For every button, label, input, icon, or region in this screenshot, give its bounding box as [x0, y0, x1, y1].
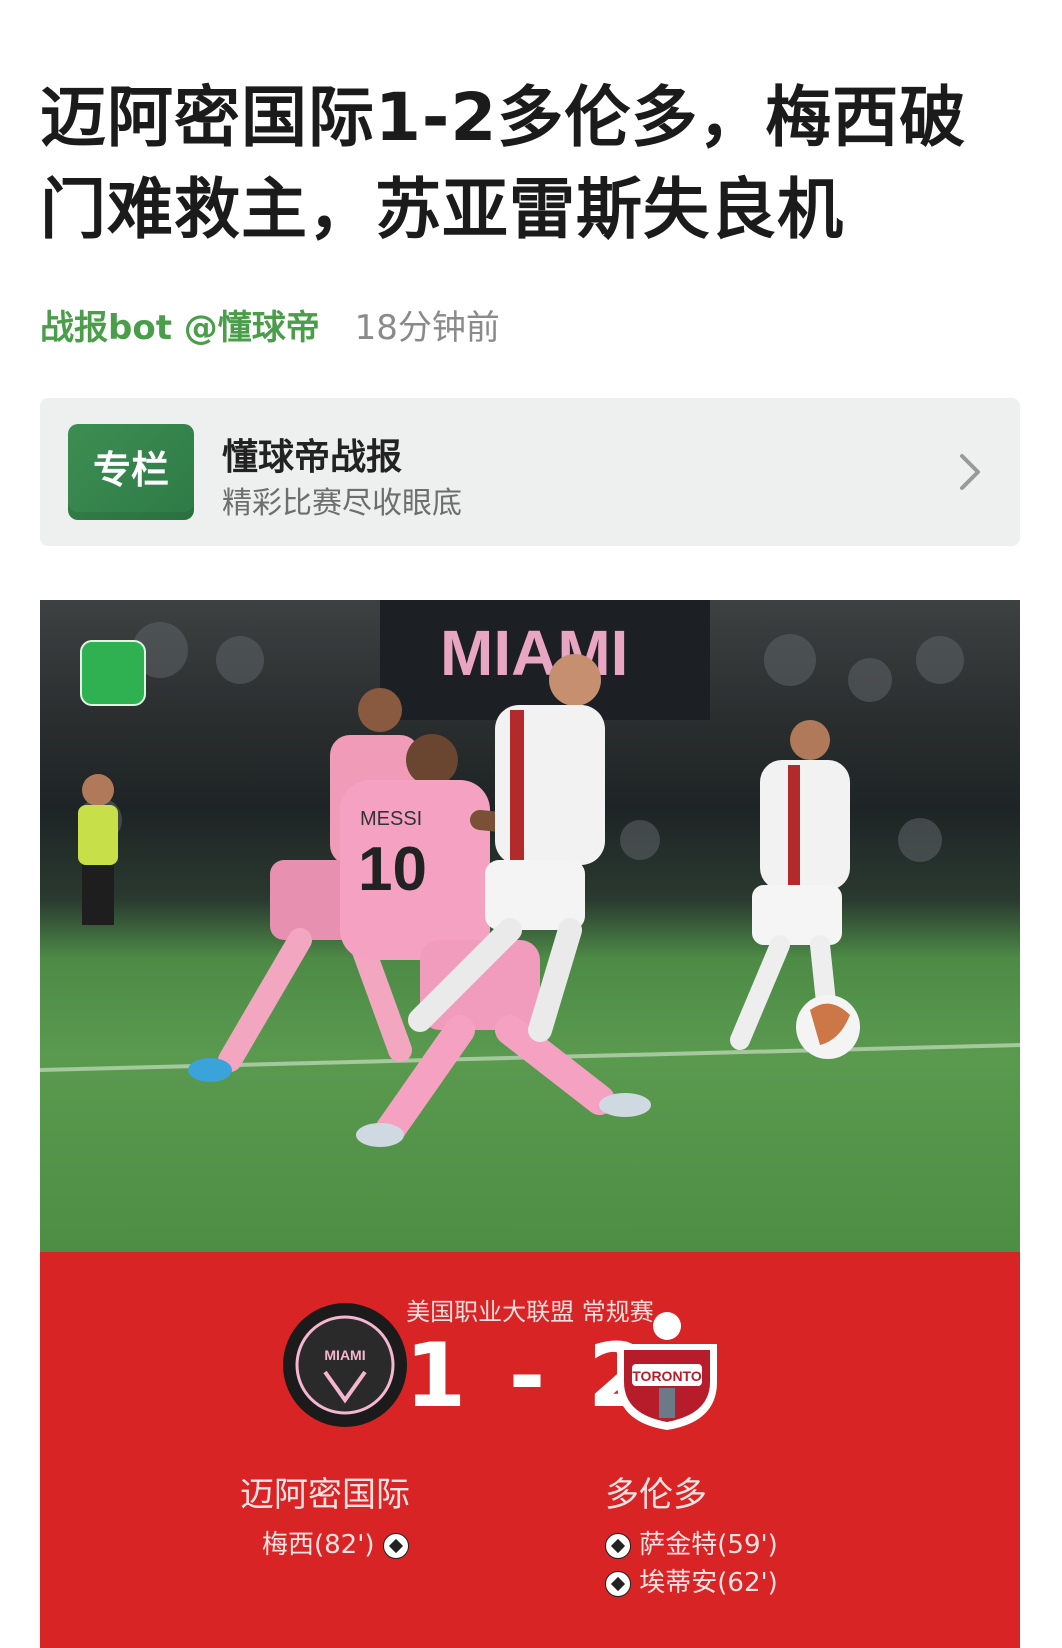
column-title: 懂球帝战报 [222, 437, 403, 478]
match-score: 1 - 2 [404, 1324, 656, 1427]
away-scorer: 萨金特(59') [639, 1530, 778, 1560]
match-photo: MIAMI MESSI 10 [40, 600, 1020, 1252]
away-team-name: 多伦多 [605, 1475, 707, 1515]
referee [78, 774, 118, 925]
soccer-ball [796, 995, 860, 1059]
jersey-name: MESSI [360, 808, 422, 830]
home-scorer: 梅西(82') [262, 1530, 375, 1560]
column-badge-icon: 专栏 [68, 424, 194, 520]
score-panel: 美国职业大联盟 常规赛 MIAMI 1 - 2 TORONTO 迈阿密国际 多伦… [40, 1252, 1020, 1648]
column-subtitle: 精彩比赛尽收眼底 [222, 486, 462, 521]
chevron-right-icon [960, 454, 980, 490]
away-scorer: 埃蒂安(62') [639, 1568, 778, 1598]
soccer-ball-icon [605, 1570, 631, 1597]
jersey-number: 10 [358, 835, 427, 904]
publish-time: 18分钟前 [354, 308, 500, 348]
dongqiudi-logo-icon [80, 640, 146, 706]
away-scorer-row: 埃蒂安(62') [605, 1562, 778, 1599]
away-scorer-row: 萨金特(59') [605, 1524, 778, 1561]
article-meta: 战报bot @懂球帝 18分钟前 [40, 300, 500, 349]
away-logo-text: TORONTO [632, 1368, 702, 1384]
toronto-fc-logo-icon: TORONTO [617, 1312, 717, 1430]
soccer-ball-icon [605, 1532, 631, 1559]
column-card[interactable]: 专栏 懂球帝战报 精彩比赛尽收眼底 [40, 398, 1020, 546]
league-label: 美国职业大联盟 常规赛 [406, 1298, 654, 1326]
home-team-name: 迈阿密国际 [240, 1475, 410, 1515]
article-title: 迈阿密国际1-2多伦多，梅西破门难救主，苏亚雷斯失良机 [40, 79, 967, 248]
author-link[interactable]: 战报bot @懂球帝 [40, 308, 320, 348]
home-scorer-row: 梅西(82') [262, 1524, 409, 1561]
toronto-player-2 [730, 720, 850, 1050]
soccer-ball-icon [382, 1532, 409, 1559]
